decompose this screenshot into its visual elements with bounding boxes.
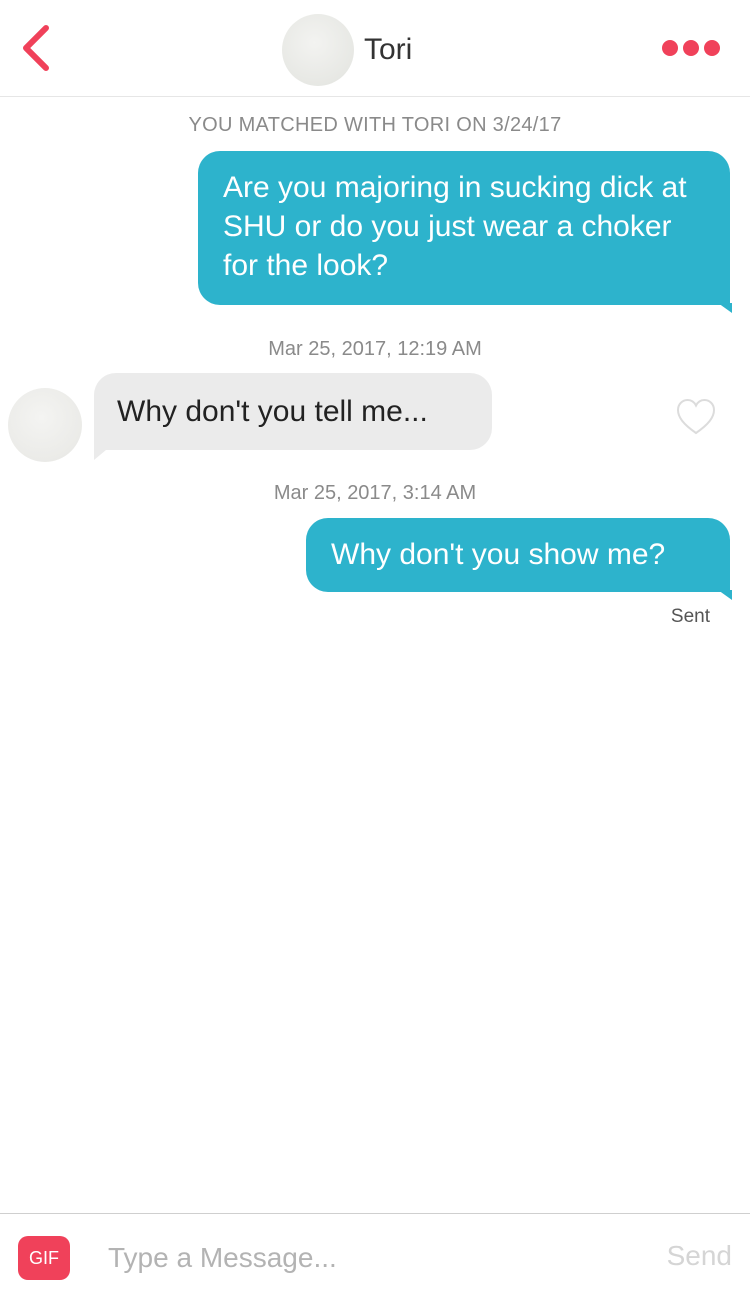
message-timestamp: Mar 25, 2017, 3:14 AM bbox=[273, 482, 477, 504]
more-dots-icon bbox=[683, 40, 699, 56]
heart-icon bbox=[676, 398, 716, 435]
back-button[interactable] bbox=[14, 22, 58, 74]
more-dots-icon bbox=[662, 40, 678, 56]
sent-status-label: Sent bbox=[670, 606, 710, 627]
match-date-note: YOU MATCHED WITH TORI ON 3/24/17 bbox=[188, 114, 562, 136]
send-button[interactable]: Send bbox=[667, 1240, 732, 1272]
chat-header: Tori bbox=[0, 0, 750, 97]
message-timestamp: Mar 25, 2017, 12:19 AM bbox=[268, 338, 482, 360]
more-dots-icon bbox=[704, 40, 720, 56]
message-bubble-incoming[interactable]: Why don't you tell me... bbox=[94, 373, 492, 460]
match-name[interactable]: Tori bbox=[364, 30, 412, 70]
chevron-left-icon bbox=[23, 25, 49, 71]
match-avatar[interactable] bbox=[282, 14, 354, 86]
message-input[interactable] bbox=[104, 1234, 632, 1282]
message-composer: GIF Send bbox=[0, 1213, 750, 1301]
more-options-button[interactable] bbox=[662, 38, 720, 58]
sender-avatar[interactable] bbox=[8, 388, 82, 462]
gif-button[interactable]: GIF bbox=[18, 1236, 70, 1280]
message-bubble-outgoing[interactable]: Why don't you show me? bbox=[306, 518, 732, 600]
like-message-button[interactable] bbox=[675, 397, 717, 437]
message-bubble-outgoing[interactable]: Are you majoring in sucking dick at SHU … bbox=[198, 151, 732, 313]
